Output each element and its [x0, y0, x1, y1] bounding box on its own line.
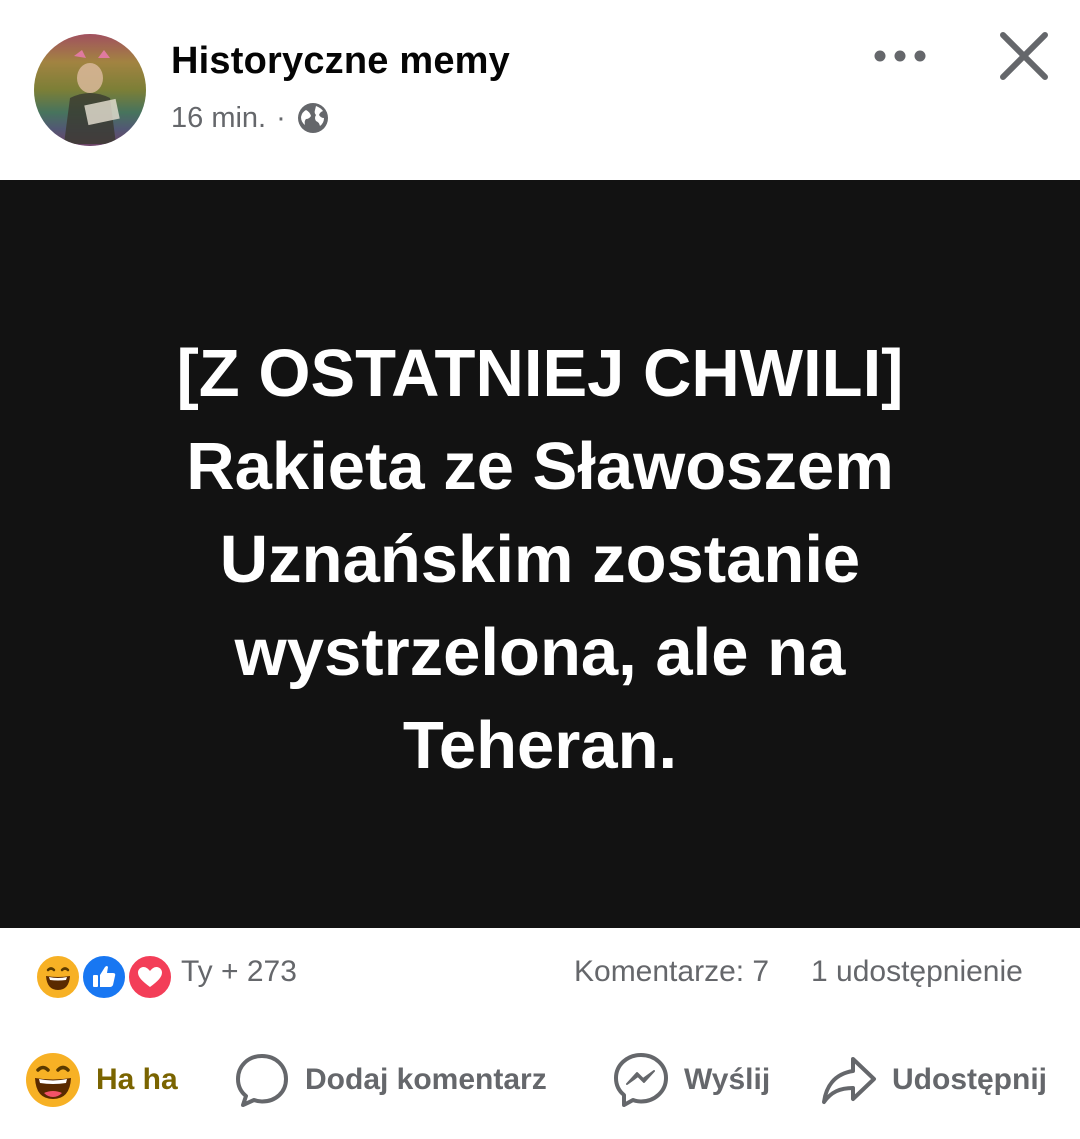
haha-icon: [34, 953, 82, 1001]
share-icon: [820, 1051, 878, 1109]
meta-separator: ·: [276, 101, 286, 134]
comments-count[interactable]: Komentarze: 7: [574, 955, 769, 989]
post-time[interactable]: 16 min.: [171, 102, 266, 135]
add-comment-button[interactable]: Dodaj komentarz: [233, 1048, 547, 1112]
like-icon: [80, 953, 128, 1001]
page-name[interactable]: Historyczne memy: [171, 40, 510, 83]
send-label: Wyślij: [684, 1063, 771, 1096]
close-button[interactable]: [992, 26, 1056, 86]
send-button[interactable]: Wyślij: [612, 1048, 770, 1112]
shares-count[interactable]: 1 udostępnienie: [811, 955, 1023, 989]
post-text-line: wystrzelona, ale na: [234, 614, 846, 690]
more-options-button[interactable]: [868, 34, 932, 78]
page-avatar[interactable]: [34, 34, 146, 146]
reaction-count[interactable]: Ty + 273: [181, 955, 297, 989]
post-text-line: [Z OSTATNIEJ CHWILI]: [176, 335, 904, 411]
more-options-icon: [874, 50, 926, 62]
post-text-line: Uznańskim zostanie: [219, 521, 861, 597]
haha-icon: [24, 1051, 82, 1109]
comment-icon: [233, 1051, 291, 1109]
haha-label: Ha ha: [96, 1063, 178, 1096]
share-label: Udostępnij: [892, 1063, 1047, 1096]
love-icon: [126, 953, 174, 1001]
post-text-line: Teheran.: [402, 707, 678, 783]
post-meta: 16 min. ·: [171, 98, 330, 138]
post-image[interactable]: [Z OSTATNIEJ CHWILI] Rakieta ze Sławosze…: [0, 180, 1080, 928]
add-comment-label: Dodaj komentarz: [305, 1063, 547, 1096]
reactions-summary: Ty + 273 Komentarze: 7 1 udostępnienie: [0, 928, 1080, 1020]
post-actions: Ha ha Dodaj komentarz Wyślij Udostępnij: [0, 1020, 1080, 1139]
globe-icon: [296, 101, 330, 135]
post-image-text: [Z OSTATNIEJ CHWILI] Rakieta ze Sławosze…: [110, 327, 970, 792]
reaction-icons[interactable]: [34, 953, 174, 1001]
post-header: Historyczne memy 16 min. ·: [0, 0, 1080, 180]
share-button[interactable]: Udostępnij: [820, 1048, 1047, 1112]
haha-reaction-button[interactable]: Ha ha: [24, 1048, 178, 1112]
close-icon: [1000, 32, 1048, 80]
post-text-line: Rakieta ze Sławoszem: [186, 428, 894, 504]
messenger-icon: [612, 1051, 670, 1109]
